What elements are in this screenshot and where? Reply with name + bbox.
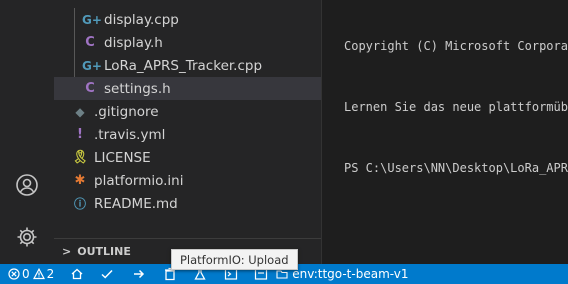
terminal-panel[interactable]: Copyright (C) Microsoft Corpora Lernen S… [322,0,568,264]
error-icon [8,268,20,280]
home-icon [71,268,83,280]
file-item-display-h[interactable]: C display.h [54,31,322,54]
terminal-line: Lernen Sie das neue plattformüb [344,100,568,114]
terminal-prompt-line: PS C:\Users\NN\Desktop\LoRa_APR [344,161,568,175]
cpp-file-icon: G+ [82,12,102,27]
explorer-sidebar: G+ display.cpp C display.h G+ LoRa_APRS_… [54,0,322,264]
file-name: LICENSE [94,149,151,166]
info-file-icon: ⓘ [73,197,86,211]
file-item-gitignore[interactable]: ◆ .gitignore [54,100,322,123]
file-item-readme-md[interactable]: ⓘ README.md [54,192,322,215]
platformio-home-button[interactable] [70,264,84,284]
c-header-file-icon: C [85,81,95,96]
file-item-license[interactable]: 🎗 LICENSE [54,146,322,169]
problems-indicator[interactable]: 0 2 [8,264,54,284]
file-item-platformio-ini[interactable]: ✱ platformio.ini [54,169,322,192]
file-name: settings.h [104,80,171,97]
platformio-build-button[interactable] [100,264,114,284]
file-name: .travis.yml [94,126,166,143]
file-name: display.cpp [104,11,179,28]
file-item-travis-yml[interactable]: ! .travis.yml [54,123,322,146]
file-item-display-cpp[interactable]: G+ display.cpp [54,8,322,31]
file-name: README.md [94,195,178,212]
outline-label: OUTLINE [77,245,131,258]
account-icon[interactable] [14,172,40,198]
warning-icon [32,268,45,280]
upload-tooltip: PlatformIO: Upload [171,249,298,270]
file-name: .gitignore [94,103,159,120]
gear-icon[interactable] [14,224,40,250]
file-item-lora-aprs-tracker-cpp[interactable]: G+ LoRa_APRS_Tracker.cpp [54,54,322,77]
license-file-icon: 🎗 [72,150,89,165]
file-name: LoRa_APRS_Tracker.cpp [104,57,263,74]
terminal-line: Copyright (C) Microsoft Corpora [344,39,568,53]
file-name: platformio.ini [94,172,184,189]
chevron-right-icon: > [62,245,72,258]
c-header-file-icon: C [85,35,95,50]
checkmark-icon [101,269,113,279]
cpp-file-icon: G+ [82,58,102,73]
error-count: 0 [22,267,30,281]
yaml-file-icon: ! [77,127,83,142]
env-label: env:ttgo-t-beam-v1 [292,267,409,281]
platformio-upload-button[interactable] [132,264,146,284]
ini-file-icon: ✱ [74,173,86,188]
warning-count: 2 [46,267,55,281]
file-tree: G+ display.cpp C display.h G+ LoRa_APRS_… [54,8,322,215]
activity-bar [0,0,54,264]
git-file-icon: ◆ [75,104,85,119]
file-item-settings-h[interactable]: C settings.h [54,77,322,100]
file-name: display.h [104,34,163,51]
arrow-right-icon [134,269,145,279]
